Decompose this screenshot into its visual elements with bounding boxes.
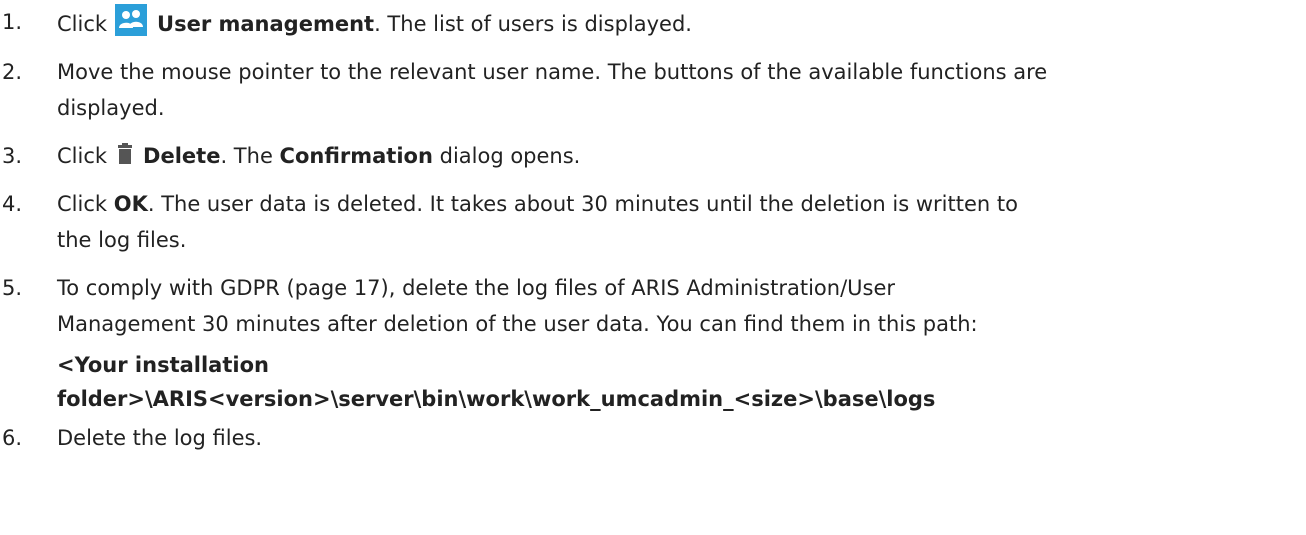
step-text: Delete the log files. — [57, 426, 263, 450]
step-text: . The list of users is displayed. — [374, 12, 692, 36]
step-6: 6. Delete the log files. — [0, 420, 1297, 456]
step-1: 1. Click User management. The list of us… — [0, 4, 1297, 42]
step-text: To comply with GDPR (page 17), delete th… — [57, 276, 896, 300]
step-text: dialog opens. — [432, 144, 581, 168]
instruction-steps: 1. Click User management. The list of us… — [0, 0, 1306, 456]
step-number: 1. — [2, 10, 23, 34]
step-number: 6. — [2, 426, 23, 450]
user-management-label: User management — [157, 12, 375, 36]
log-path: <Your installation folder>\ARIS<version>… — [57, 348, 1297, 416]
step-number: 5. — [2, 276, 23, 300]
confirmation-label: Confirmation — [279, 144, 433, 168]
ok-label: OK — [113, 192, 148, 216]
step-number: 2. — [2, 60, 23, 84]
step-text: Click — [57, 12, 108, 36]
step-text: . The — [220, 144, 280, 168]
step-text: Move the mouse pointer to the relevant u… — [57, 60, 1048, 84]
delete-label: Delete — [143, 144, 221, 168]
step-text: Click — [57, 192, 114, 216]
step-text: Management 30 minutes after deletion of … — [57, 312, 978, 336]
users-group-icon — [115, 4, 148, 36]
step-text: . The user data is deleted. It takes abo… — [147, 192, 1018, 216]
log-path-line: <Your installation — [57, 353, 269, 377]
step-text: the log files. — [57, 228, 187, 252]
step-4: 4. Click OK. The user data is deleted. I… — [0, 186, 1297, 258]
step-text: displayed. — [57, 96, 165, 120]
step-3: 3. Click Delete. The Confirmation dialog… — [0, 138, 1297, 174]
log-path-line: folder>\ARIS<version>\server\bin\work\wo… — [57, 387, 936, 411]
step-number: 4. — [2, 192, 23, 216]
step-text: Click — [57, 144, 108, 168]
step-number: 3. — [2, 144, 23, 168]
trash-icon — [117, 140, 133, 164]
step-2: 2. Move the mouse pointer to the relevan… — [0, 54, 1297, 126]
step-5: 5. To comply with GDPR (page 17), delete… — [0, 270, 1297, 416]
